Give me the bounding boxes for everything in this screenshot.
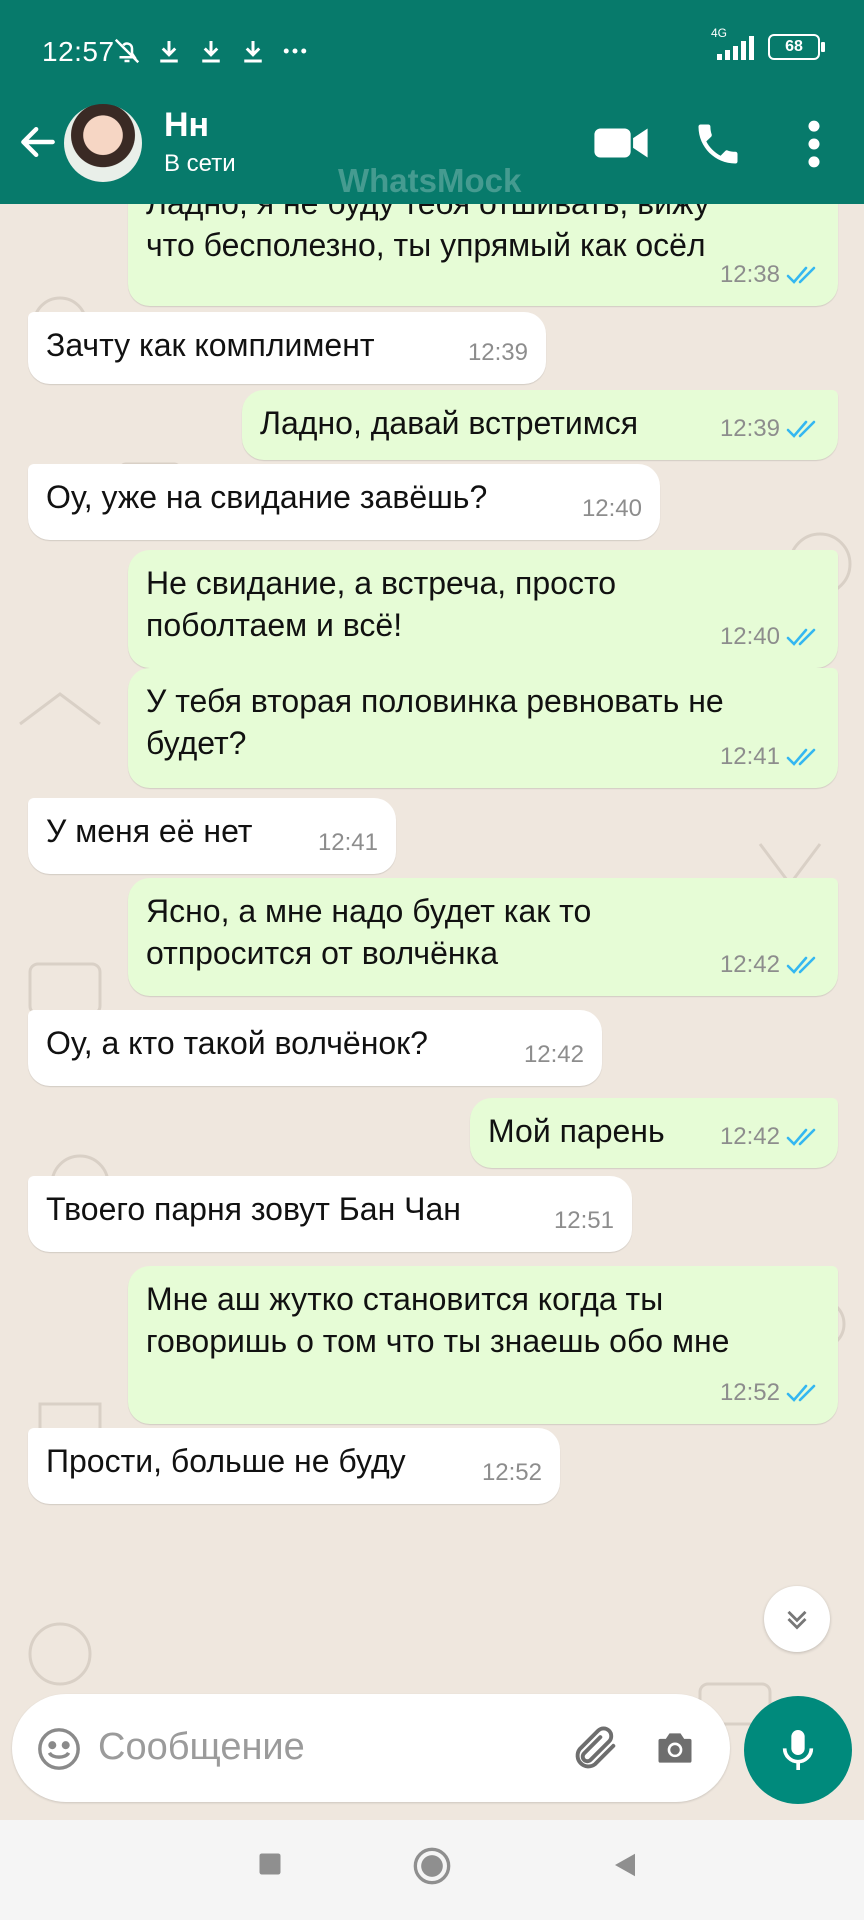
status-time: 12:57 <box>42 36 115 67</box>
system-navbar <box>0 1820 864 1920</box>
message-meta: 12:42 <box>524 1034 584 1076</box>
mic-icon <box>782 1730 814 1770</box>
message-meta: 12:41 <box>318 822 378 864</box>
outgoing-message[interactable]: Не свидание, а встреча, просто поболтаем… <box>128 550 838 668</box>
camera-icon[interactable] <box>652 1726 698 1770</box>
read-ticks-icon <box>786 628 816 646</box>
attach-icon[interactable] <box>570 1722 622 1774</box>
contact-avatar[interactable] <box>64 104 142 182</box>
message-time: 12:38 <box>719 261 780 288</box>
message-text: Ладно, я не буду тебя отшивать, вижу что… <box>146 204 710 263</box>
contact-status: В сети <box>164 150 236 177</box>
recents-icon[interactable] <box>256 1850 284 1878</box>
back-arrow-icon[interactable] <box>16 120 60 164</box>
scroll-to-bottom-button[interactable] <box>764 1586 830 1652</box>
download-icon <box>160 41 178 63</box>
message-meta: 12:39 <box>468 332 528 374</box>
message-meta: 12:41 <box>720 736 820 778</box>
incoming-message[interactable]: Зачту как комплимент 12:39 <box>28 312 546 384</box>
watermark: WhatsMock <box>338 162 522 199</box>
message-time: 12:41 <box>719 743 780 770</box>
message-input[interactable]: Сообщение <box>98 1726 305 1769</box>
more-horiz-icon <box>283 48 307 54</box>
message-time: 12:39 <box>467 339 528 366</box>
message-meta: 12:52 <box>720 1372 820 1414</box>
video-call-icon[interactable] <box>592 118 650 168</box>
message-time: 12:42 <box>523 1041 584 1068</box>
message-meta: 12:38 <box>720 254 820 296</box>
emoji-icon[interactable] <box>36 1726 82 1772</box>
notifications-off-icon <box>114 38 140 64</box>
message-meta: 12:40 <box>720 616 820 658</box>
read-ticks-icon <box>786 748 816 766</box>
message-text: Прости, больше не буду <box>46 1443 406 1479</box>
message-text: Оу, а кто такой волчёнок? <box>46 1025 428 1061</box>
message-meta: 12:39 <box>720 408 820 450</box>
app-header: 12:57 4G 68 Нн В сети WhatsMock <box>0 0 864 204</box>
message-text: Ясно, а мне надо будет как то отпросится… <box>146 893 592 971</box>
message-meta: 12:42 <box>720 944 820 986</box>
outgoing-message[interactable]: Мне аш жутко становится когда ты говориш… <box>128 1266 838 1424</box>
more-vert-icon[interactable] <box>796 118 832 170</box>
message-text: Твоего парня зовут Бан Чан <box>46 1191 461 1227</box>
message-meta: 12:52 <box>482 1452 542 1494</box>
message-meta: 12:40 <box>582 488 642 530</box>
double-chevron-down-icon <box>787 1610 807 1630</box>
message-text: У тебя вторая половинка ревновать не буд… <box>146 683 724 761</box>
read-ticks-icon <box>786 266 816 284</box>
message-time: 12:52 <box>481 1459 542 1486</box>
message-meta: 12:51 <box>554 1200 614 1242</box>
message-meta: 12:42 <box>720 1116 820 1158</box>
message-text: Мне аш жутко становится когда ты говориш… <box>146 1281 730 1359</box>
contact-name[interactable]: Нн <box>164 106 209 145</box>
incoming-message[interactable]: Твоего парня зовут Бан Чан 12:51 <box>28 1176 632 1252</box>
outgoing-message[interactable]: Ладно, давай встретимся 12:39 <box>242 390 838 460</box>
message-time: 12:41 <box>317 829 378 856</box>
message-time: 12:52 <box>719 1379 780 1406</box>
status-bar: 12:57 4G 68 <box>0 0 864 100</box>
read-ticks-icon <box>786 420 816 438</box>
phone-icon[interactable] <box>692 118 744 170</box>
battery-icon: 68 <box>768 34 825 60</box>
read-ticks-icon <box>786 956 816 974</box>
battery-level: 68 <box>785 38 803 55</box>
outgoing-message[interactable]: Ясно, а мне надо будет как то отпросится… <box>128 878 838 996</box>
message-time: 12:39 <box>719 415 780 442</box>
message-time: 12:42 <box>719 1123 780 1150</box>
outgoing-message[interactable]: У тебя вторая половинка ревновать не буд… <box>128 668 838 788</box>
read-ticks-icon <box>786 1128 816 1146</box>
signal-icon: 4G <box>711 26 754 60</box>
network-type: 4G <box>711 26 728 40</box>
home-icon[interactable] <box>412 1846 452 1886</box>
message-time: 12:42 <box>719 951 780 978</box>
message-time: 12:40 <box>719 623 780 650</box>
outgoing-message[interactable]: Мой парень 12:42 <box>470 1098 838 1168</box>
mic-button[interactable] <box>744 1696 852 1804</box>
message-time: 12:51 <box>553 1207 614 1234</box>
message-text: Зачту как комплимент <box>46 327 375 363</box>
message-text: Не свидание, а встреча, просто поболтаем… <box>146 565 617 643</box>
back-nav-icon[interactable] <box>610 1850 640 1880</box>
message-text: Оу, уже на свидание завёшь? <box>46 479 488 515</box>
incoming-message[interactable]: У меня её нет 12:41 <box>28 798 396 874</box>
outgoing-message[interactable]: Ладно, я не буду тебя отшивать, вижу что… <box>128 204 838 306</box>
message-composer[interactable]: Сообщение <box>12 1694 730 1802</box>
read-ticks-icon <box>786 1384 816 1402</box>
incoming-message[interactable]: Оу, уже на свидание завёшь? 12:40 <box>28 464 660 540</box>
incoming-message[interactable]: Прости, больше не буду 12:52 <box>28 1428 560 1504</box>
message-time: 12:40 <box>581 495 642 522</box>
chat-area[interactable]: Ладно, я не буду тебя отшивать, вижу что… <box>0 204 864 1820</box>
incoming-message[interactable]: Оу, а кто такой волчёнок? 12:42 <box>28 1010 602 1086</box>
download-icon <box>244 41 262 63</box>
download-icon <box>202 41 220 63</box>
